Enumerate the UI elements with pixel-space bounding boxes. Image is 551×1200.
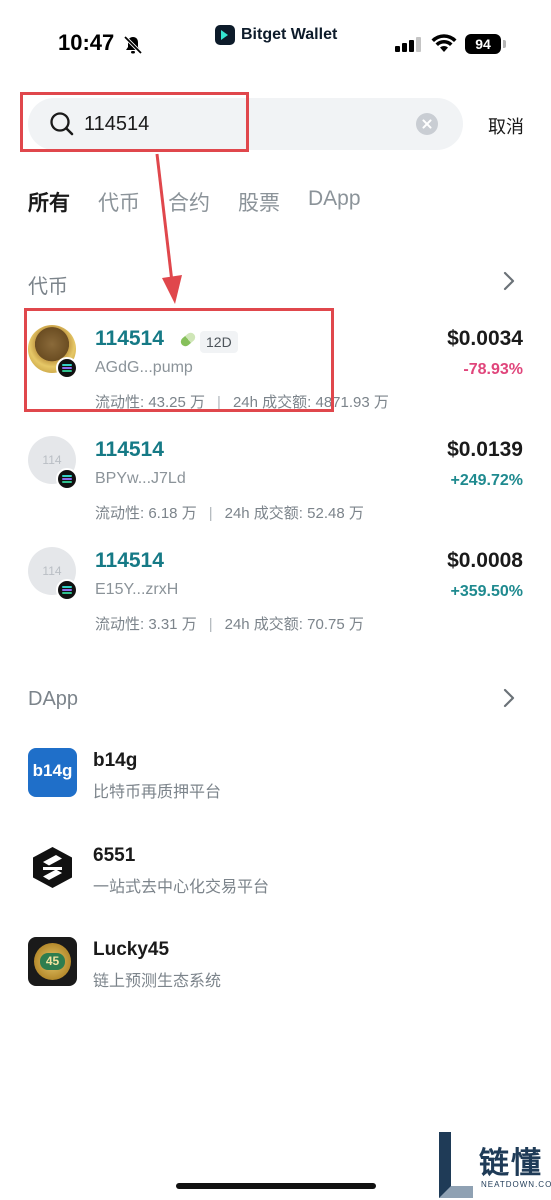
dapp-name: Lucky45 [93, 939, 170, 960]
dapp-row[interactable]: b14g b14g 比特币再质押平台 [0, 748, 551, 820]
token-liquidity: 流动性: 3.31 万 [95, 616, 197, 633]
6551-logo-icon [28, 843, 77, 892]
tab-tokens[interactable]: 代币 [98, 187, 140, 217]
token-name: 114514 [95, 438, 164, 461]
dapp-icon-text: 45 [45, 954, 60, 968]
token-price: $0.0008 [447, 549, 523, 572]
battery-tip [503, 40, 506, 48]
dapp-row[interactable]: 45 Lucky45 链上预测生态系统 [0, 937, 551, 1009]
token-change: +249.72% [450, 472, 523, 489]
token-price: $0.0139 [447, 438, 523, 461]
dapp-name: b14g [93, 750, 138, 771]
dapp-more-chevron-icon[interactable] [502, 687, 516, 709]
bitget-logo-icon [215, 25, 235, 45]
dapp-row[interactable]: 6551 一站式去中心化交易平台 [0, 843, 551, 915]
brand: Bitget Wallet [215, 22, 337, 48]
token-stats: 流动性: 3.31 万 | 24h 成交额: 70.75 万 [95, 613, 364, 634]
lucky45-logo-icon: 45 [28, 937, 77, 986]
annotation-arrow-icon [155, 153, 182, 304]
battery-indicator: 94 [465, 34, 501, 54]
token-stats: 流动性: 6.18 万 | 24h 成交额: 52.48 万 [95, 502, 364, 523]
token-price: $0.0034 [447, 327, 523, 350]
tab-stocks[interactable]: 股票 [238, 187, 280, 217]
token-row[interactable]: 114 114514 E15Y...zrxH 流动性: 3.31 万 | 24h 成… [0, 529, 551, 641]
annotation-box-token [24, 308, 334, 412]
dapp-desc: 一站式去中心化交易平台 [93, 879, 270, 896]
tokens-section-title: 代币 [28, 276, 68, 298]
stats-separator: | [208, 616, 213, 633]
tab-dapp[interactable]: DApp [308, 187, 361, 217]
cancel-button[interactable]: 取消 [488, 113, 524, 139]
token-change: +359.50% [450, 583, 523, 600]
dapp-icon-text: b14g [32, 761, 73, 780]
token-name: 114514 [95, 549, 164, 572]
watermark-text: 链懂 [479, 1147, 543, 1180]
home-indicator[interactable] [176, 1183, 376, 1189]
token-row[interactable]: 114 114514 BPYw...J7Ld 流动性: 6.18 万 | 24h 成… [0, 418, 551, 530]
cellular-signal-icon [395, 37, 421, 52]
dapp-desc: 链上预测生态系统 [93, 973, 222, 990]
token-volume: 24h 成交额: 70.75 万 [224, 616, 364, 633]
bell-slash-icon [123, 35, 143, 55]
clear-search-icon[interactable] [416, 113, 438, 135]
status-time: 10:47 [58, 30, 115, 55]
watermark-logo-icon [439, 1132, 473, 1198]
token-change: -78.93% [463, 361, 523, 378]
token-liquidity: 流动性: 6.18 万 [95, 505, 197, 522]
dapp-section-title: DApp [28, 688, 79, 710]
tab-all[interactable]: 所有 [28, 187, 70, 217]
tab-contracts[interactable]: 合约 [168, 187, 210, 217]
stats-separator: | [208, 505, 213, 522]
solana-chain-icon [56, 468, 78, 490]
dapp-desc: 比特币再质押平台 [93, 784, 222, 801]
watermark: 链懂 NEATDOWN.COM [437, 1130, 551, 1200]
brand-name: Bitget Wallet [241, 26, 338, 43]
category-tabs: 所有 代币 合约 股票 DApp [28, 187, 389, 217]
status-bar: 10:47 Bitget Wallet 94 [0, 0, 551, 90]
annotation-box-search [20, 92, 249, 152]
token-volume: 24h 成交额: 52.48 万 [224, 505, 364, 522]
token-address: E15Y...zrxH [95, 581, 179, 598]
dapp-name: 6551 [93, 845, 136, 866]
b14g-logo-icon: b14g [28, 748, 77, 797]
tokens-more-chevron-icon[interactable] [502, 270, 516, 292]
wifi-icon [431, 34, 457, 52]
token-address: BPYw...J7Ld [95, 470, 186, 487]
solana-chain-icon [56, 579, 78, 601]
watermark-sub: NEATDOWN.COM [481, 1180, 551, 1189]
